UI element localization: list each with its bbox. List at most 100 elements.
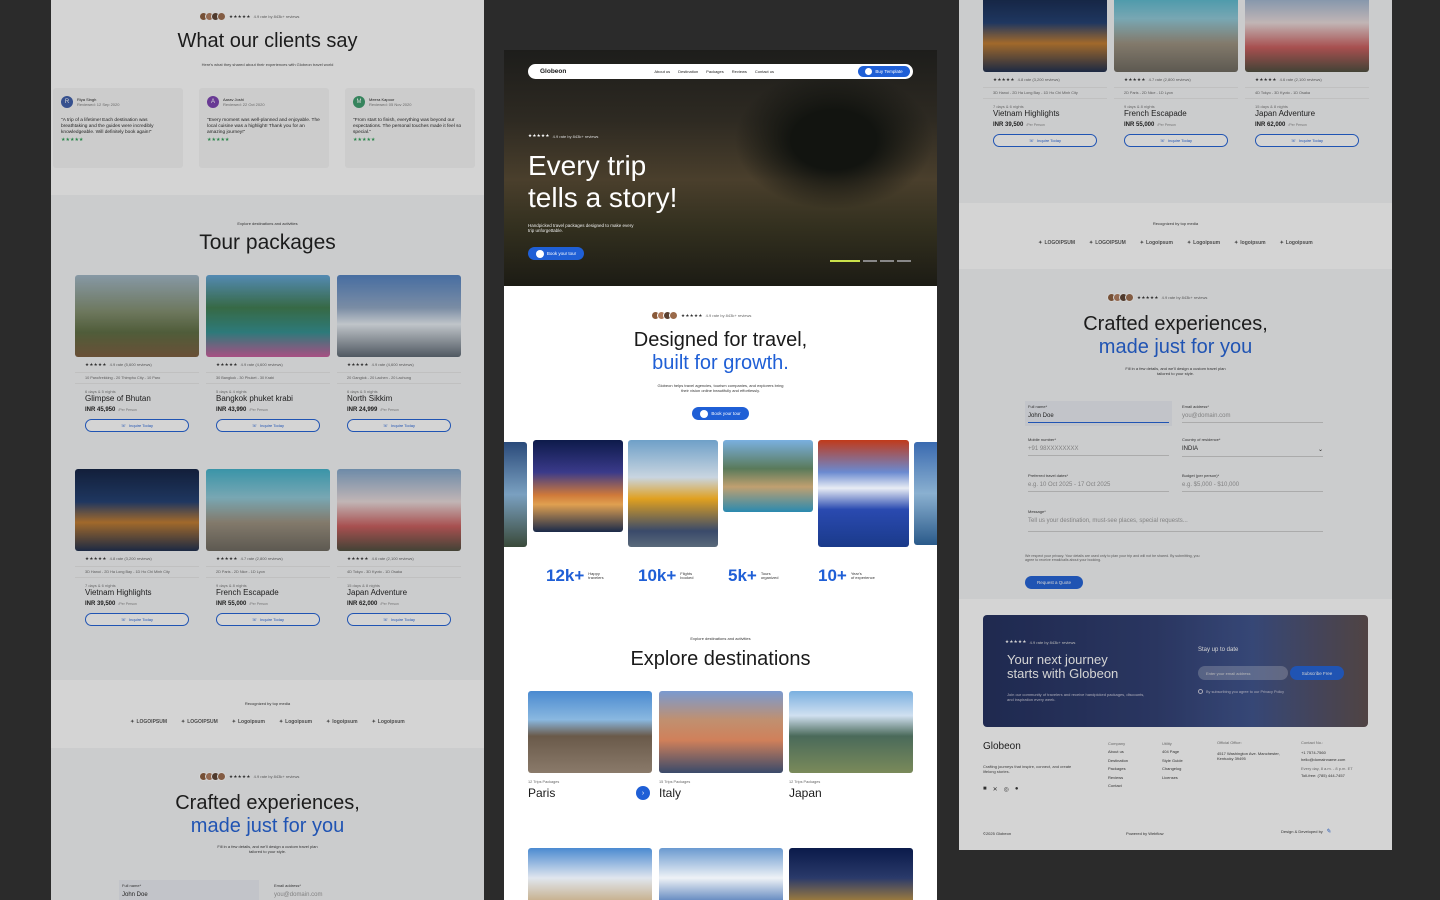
country-select[interactable]: Country of residence* INDIA ⌄: [1179, 437, 1326, 457]
dates-field[interactable]: Preferred travel dates* e.g. 10 Oct 2025…: [1025, 473, 1172, 492]
footer-link[interactable]: Licenses: [1162, 774, 1183, 782]
footer-link[interactable]: Reviews: [1108, 774, 1128, 782]
request-quote-button[interactable]: Request a Quote: [1025, 576, 1083, 589]
media-logo: ✦ LOGOIPSUM: [1038, 240, 1075, 246]
footer-link[interactable]: Style Guide: [1162, 757, 1183, 765]
email-field[interactable]: Email address* you@domain.com: [1179, 401, 1326, 426]
consent-checkbox[interactable]: [1198, 689, 1203, 694]
destination-name[interactable]: Japan: [789, 786, 822, 800]
package-card[interactable]: ★★★★★ 4.7 rate (2,800 reviews) 2D Paris - …: [206, 469, 330, 651]
instagram-icon[interactable]: ◎: [1004, 786, 1009, 793]
buy-template-button[interactable]: Buy Template: [858, 66, 910, 77]
powered-by[interactable]: Powered by Webflow: [1126, 831, 1164, 836]
linkedin-icon[interactable]: ■: [983, 786, 987, 793]
package-card[interactable]: ★★★★★ 4.7 rate (2,800 reviews) 2D Paris - …: [1114, 0, 1238, 172]
budget-placeholder[interactable]: e.g. $5,000 - $10,000: [1182, 482, 1323, 492]
message-field[interactable]: Message* Tell us your destination, must-…: [1025, 509, 1326, 532]
slide-dot[interactable]: [897, 260, 911, 262]
inquire-button[interactable]: ☏ Inquire Today: [85, 419, 189, 432]
inquire-button[interactable]: ☏ Inquire Today: [1255, 134, 1359, 147]
nav-link[interactable]: Reviews: [732, 69, 747, 74]
rating-text: 4.8 rate (3,200 reviews): [1017, 77, 1060, 82]
destination-image[interactable]: [789, 848, 913, 900]
inquire-button[interactable]: ☏ Inquire Today: [216, 613, 320, 626]
newsletter-title-line1: Your next journey: [1007, 652, 1108, 667]
package-card[interactable]: ★★★★★ 4.8 rate (3,200 reviews) 3D Hanoi - …: [75, 469, 199, 651]
testimonial-card: M Meera Kapoor Reviewed: 05 Nov 2020 "From …: [345, 88, 475, 168]
inquire-button[interactable]: ☏ Inquire Today: [85, 613, 189, 626]
footer-link[interactable]: Destination: [1108, 757, 1128, 765]
footer-link[interactable]: About us: [1108, 748, 1128, 756]
designer-logo[interactable]: ✎: [1326, 828, 1331, 835]
intro-title: Designed for travel, built for growth.: [504, 329, 937, 375]
star-icons: ★★★★★: [347, 362, 369, 367]
mobile-placeholder[interactable]: +91 98XXXXXXXX: [1028, 446, 1169, 456]
email-placeholder[interactable]: you@domain.com: [274, 892, 408, 900]
headset-icon: ☏: [383, 423, 389, 428]
contact-email[interactable]: hello@domainname.com: [1301, 757, 1353, 764]
book-tour-button[interactable]: Book your tour: [528, 247, 584, 260]
nav-link[interactable]: About us: [654, 69, 670, 74]
email-placeholder[interactable]: you@domain.com: [1182, 413, 1323, 423]
destination-image-paris[interactable]: [528, 691, 652, 773]
footer-link[interactable]: Packages: [1108, 765, 1128, 773]
country-value-row[interactable]: INDIA ⌄: [1182, 446, 1323, 457]
subscribe-button[interactable]: Subscribe Free: [1290, 666, 1344, 680]
rating-row: ★★★★★ 4.9 rate by 843k+ reviews: [199, 772, 299, 781]
packages-continued: ★★★★★ 4.8 rate (3,200 reviews) 3D Hanoi - …: [959, 0, 1392, 203]
package-card[interactable]: ★★★★★ 4.8 rate (3,200 reviews) 3D Hanoi - …: [983, 0, 1107, 172]
package-card[interactable]: ★★★★★ 4.6 rate (2,100 reviews) 4D Tokyo - …: [1245, 0, 1369, 172]
avatar-group: [651, 311, 678, 320]
intro-book-tour-button[interactable]: Book your tour: [692, 407, 749, 420]
inquire-button[interactable]: ☏ Inquire Today: [347, 613, 451, 626]
hero-slider-indicator[interactable]: [830, 260, 911, 262]
destination-name[interactable]: Italy: [659, 786, 681, 800]
logo-icon: ✦: [1186, 240, 1192, 246]
package-image: [1114, 0, 1238, 72]
nav-link[interactable]: Contact us: [755, 69, 774, 74]
destination-name[interactable]: Paris: [528, 786, 555, 800]
email-field[interactable]: Email address* you@domain.com: [271, 880, 411, 900]
brand-logo[interactable]: Globeon: [540, 68, 566, 75]
package-card[interactable]: ★★★★★ 4.9 rate (5,600 reviews) 10 Paro/tre…: [75, 275, 199, 457]
slide-dot[interactable]: [880, 260, 894, 262]
x-icon[interactable]: ✕: [993, 786, 998, 793]
package-card[interactable]: ★★★★★ 4.9 rate (4,600 reviews) 30 Bangkok …: [206, 275, 330, 457]
fullname-field[interactable]: Full name* John Doe: [1025, 401, 1172, 426]
inquire-button[interactable]: ☏ Inquire Today: [993, 134, 1097, 147]
destination-image[interactable]: [659, 848, 783, 900]
nav-link[interactable]: Destination: [678, 69, 698, 74]
destination-image[interactable]: [528, 848, 652, 900]
arrow-right-icon[interactable]: ›: [636, 786, 650, 800]
message-placeholder[interactable]: Tell us your destination, must-see place…: [1028, 518, 1323, 532]
package-card[interactable]: ★★★★★ 4.9 rate (4,600 reviews) 20 Gangtok …: [337, 275, 461, 457]
dates-placeholder[interactable]: e.g. 10 Oct 2025 - 17 Oct 2025: [1028, 482, 1169, 492]
footer-link[interactable]: Changelog: [1162, 765, 1183, 773]
package-title: Vietnam Highlights: [993, 109, 1060, 118]
budget-field[interactable]: Budget (per person)* e.g. $5,000 - $10,0…: [1179, 473, 1326, 492]
headset-icon: ☏: [1160, 138, 1166, 143]
nav-link[interactable]: Packages: [706, 69, 724, 74]
footer-link[interactable]: 404 Page: [1162, 748, 1183, 756]
logo-icon: ✦: [1038, 240, 1043, 246]
inquire-button[interactable]: ☏ Inquire Today: [1124, 134, 1228, 147]
destination-image-japan[interactable]: [789, 691, 913, 773]
inquire-button[interactable]: ☏ Inquire Today: [347, 419, 451, 432]
facebook-icon[interactable]: ●: [1015, 786, 1019, 793]
footer-link[interactable]: Contact: [1108, 782, 1128, 790]
fullname-value[interactable]: John Doe: [1028, 413, 1169, 423]
mobile-field[interactable]: Mobile number* +91 98XXXXXXXX: [1025, 437, 1172, 456]
consent-row[interactable]: By subscribing you agree to our Privacy …: [1198, 689, 1284, 694]
slide-dot[interactable]: [863, 260, 877, 262]
newsletter-email-input[interactable]: Enter your email address: [1198, 666, 1288, 680]
fullname-field[interactable]: Full name* John Doe: [119, 880, 259, 900]
package-title: North Sikkim: [347, 394, 393, 403]
footer-brand[interactable]: Globeon: [983, 741, 1021, 752]
contact-phone[interactable]: +1 7574-7560: [1301, 750, 1353, 757]
headset-icon: ☏: [383, 617, 389, 622]
slide-dot-active[interactable]: [830, 260, 860, 262]
fullname-value[interactable]: John Doe: [122, 892, 256, 900]
inquire-button[interactable]: ☏ Inquire Today: [216, 419, 320, 432]
destination-image-italy[interactable]: [659, 691, 783, 773]
package-card[interactable]: ★★★★★ 4.6 rate (2,100 reviews) 4D Tokyo - …: [337, 469, 461, 651]
